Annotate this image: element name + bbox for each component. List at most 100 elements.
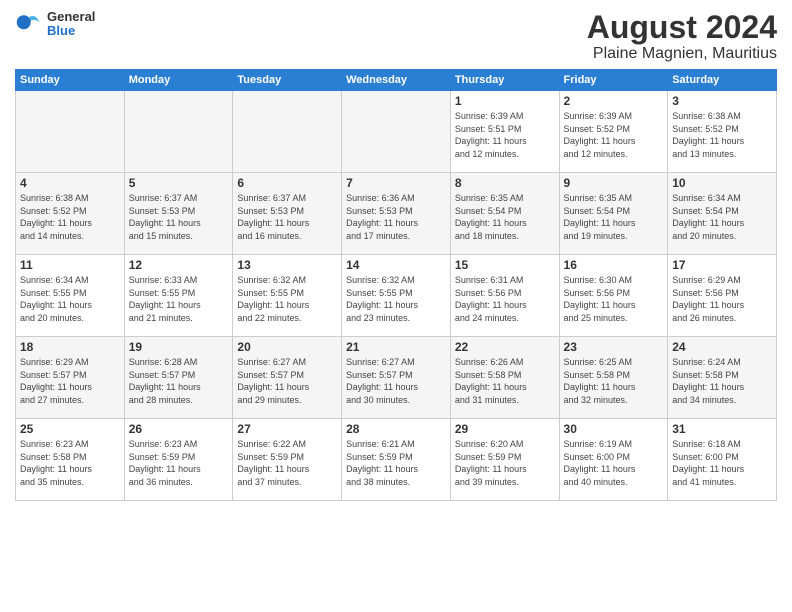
- day-number: 13: [237, 258, 337, 272]
- day-info: Sunrise: 6:32 AM Sunset: 5:55 PM Dayligh…: [346, 274, 446, 324]
- calendar-cell: 16 Sunrise: 6:30 AM Sunset: 5:56 PM Dayli…: [559, 255, 668, 337]
- week-row-1: 1 Sunrise: 6:39 AM Sunset: 5:51 PM Daylig…: [16, 91, 777, 173]
- calendar-cell: 4 Sunrise: 6:38 AM Sunset: 5:52 PM Daylig…: [16, 173, 125, 255]
- calendar-cell: 1 Sunrise: 6:39 AM Sunset: 5:51 PM Daylig…: [450, 91, 559, 173]
- month-year-title: August 2024: [587, 10, 777, 45]
- calendar-cell: 9 Sunrise: 6:35 AM Sunset: 5:54 PM Daylig…: [559, 173, 668, 255]
- calendar-cell: 14 Sunrise: 6:32 AM Sunset: 5:55 PM Dayli…: [342, 255, 451, 337]
- day-number: 22: [455, 340, 555, 354]
- day-number: 4: [20, 176, 120, 190]
- calendar-cell: 26 Sunrise: 6:23 AM Sunset: 5:59 PM Dayli…: [124, 419, 233, 501]
- calendar-cell: 28 Sunrise: 6:21 AM Sunset: 5:59 PM Dayli…: [342, 419, 451, 501]
- day-number: 6: [237, 176, 337, 190]
- day-info: Sunrise: 6:27 AM Sunset: 5:57 PM Dayligh…: [237, 356, 337, 406]
- column-header-friday: Friday: [559, 70, 668, 91]
- week-row-2: 4 Sunrise: 6:38 AM Sunset: 5:52 PM Daylig…: [16, 173, 777, 255]
- calendar-cell: 2 Sunrise: 6:39 AM Sunset: 5:52 PM Daylig…: [559, 91, 668, 173]
- location-subtitle: Plaine Magnien, Mauritius: [587, 45, 777, 63]
- week-row-4: 18Sunrise: 6:29 AM Sunset: 5:57 PM Dayli…: [16, 337, 777, 419]
- day-info: Sunrise: 6:18 AM Sunset: 6:00 PM Dayligh…: [672, 438, 772, 488]
- calendar-cell: 29 Sunrise: 6:20 AM Sunset: 5:59 PM Dayli…: [450, 419, 559, 501]
- day-info: Sunrise: 6:39 AM Sunset: 5:51 PM Dayligh…: [455, 110, 555, 160]
- day-info: Sunrise: 6:19 AM Sunset: 6:00 PM Dayligh…: [564, 438, 664, 488]
- day-number: 10: [672, 176, 772, 190]
- calendar-cell: 22Sunrise: 6:26 AM Sunset: 5:58 PM Dayli…: [450, 337, 559, 419]
- header: General Blue August 2024 Plaine Magnien,…: [15, 10, 777, 63]
- calendar-cell: [342, 91, 451, 173]
- calendar-cell: 7 Sunrise: 6:36 AM Sunset: 5:53 PM Daylig…: [342, 173, 451, 255]
- day-info: Sunrise: 6:37 AM Sunset: 5:53 PM Dayligh…: [129, 192, 229, 242]
- day-number: 20: [237, 340, 337, 354]
- title-block: August 2024 Plaine Magnien, Mauritius: [587, 10, 777, 63]
- day-number: 12: [129, 258, 229, 272]
- day-info: Sunrise: 6:20 AM Sunset: 5:59 PM Dayligh…: [455, 438, 555, 488]
- day-info: Sunrise: 6:22 AM Sunset: 5:59 PM Dayligh…: [237, 438, 337, 488]
- calendar-cell: 25 Sunrise: 6:23 AM Sunset: 5:58 PM Dayli…: [16, 419, 125, 501]
- day-number: 17: [672, 258, 772, 272]
- week-row-5: 25 Sunrise: 6:23 AM Sunset: 5:58 PM Dayli…: [16, 419, 777, 501]
- calendar-cell: 23 Sunrise: 6:25 AM Sunset: 5:58 PM Dayli…: [559, 337, 668, 419]
- day-number: 3: [672, 94, 772, 108]
- day-number: 25: [20, 422, 120, 436]
- day-number: 26: [129, 422, 229, 436]
- day-number: 1: [455, 94, 555, 108]
- calendar-cell: 19Sunrise: 6:28 AM Sunset: 5:57 PM Dayli…: [124, 337, 233, 419]
- calendar-cell: 6Sunrise: 6:37 AM Sunset: 5:53 PM Daylig…: [233, 173, 342, 255]
- calendar-cell: 18Sunrise: 6:29 AM Sunset: 5:57 PM Dayli…: [16, 337, 125, 419]
- calendar-cell: 12 Sunrise: 6:33 AM Sunset: 5:55 PM Dayli…: [124, 255, 233, 337]
- day-info: Sunrise: 6:38 AM Sunset: 5:52 PM Dayligh…: [20, 192, 120, 242]
- day-info: Sunrise: 6:24 AM Sunset: 5:58 PM Dayligh…: [672, 356, 772, 406]
- logo-general-text: General: [47, 10, 95, 24]
- day-number: 28: [346, 422, 446, 436]
- day-number: 15: [455, 258, 555, 272]
- day-info: Sunrise: 6:21 AM Sunset: 5:59 PM Dayligh…: [346, 438, 446, 488]
- calendar-cell: 30Sunrise: 6:19 AM Sunset: 6:00 PM Dayli…: [559, 419, 668, 501]
- day-number: 14: [346, 258, 446, 272]
- day-info: Sunrise: 6:27 AM Sunset: 5:57 PM Dayligh…: [346, 356, 446, 406]
- day-info: Sunrise: 6:28 AM Sunset: 5:57 PM Dayligh…: [129, 356, 229, 406]
- calendar-cell: [124, 91, 233, 173]
- week-row-3: 11 Sunrise: 6:34 AM Sunset: 5:55 PM Dayli…: [16, 255, 777, 337]
- day-info: Sunrise: 6:35 AM Sunset: 5:54 PM Dayligh…: [564, 192, 664, 242]
- day-info: Sunrise: 6:39 AM Sunset: 5:52 PM Dayligh…: [564, 110, 664, 160]
- day-info: Sunrise: 6:36 AM Sunset: 5:53 PM Dayligh…: [346, 192, 446, 242]
- day-info: Sunrise: 6:23 AM Sunset: 5:58 PM Dayligh…: [20, 438, 120, 488]
- logo: General Blue: [15, 10, 95, 39]
- column-header-sunday: Sunday: [16, 70, 125, 91]
- logo-icon: [15, 10, 43, 38]
- day-info: Sunrise: 6:33 AM Sunset: 5:55 PM Dayligh…: [129, 274, 229, 324]
- day-number: 29: [455, 422, 555, 436]
- logo-text: General Blue: [47, 10, 95, 39]
- day-number: 23: [564, 340, 664, 354]
- column-header-saturday: Saturday: [668, 70, 777, 91]
- day-info: Sunrise: 6:34 AM Sunset: 5:55 PM Dayligh…: [20, 274, 120, 324]
- calendar-cell: 17Sunrise: 6:29 AM Sunset: 5:56 PM Dayli…: [668, 255, 777, 337]
- day-number: 21: [346, 340, 446, 354]
- day-number: 11: [20, 258, 120, 272]
- day-number: 2: [564, 94, 664, 108]
- logo-blue-text: Blue: [47, 24, 95, 38]
- day-number: 16: [564, 258, 664, 272]
- header-row: SundayMondayTuesdayWednesdayThursdayFrid…: [16, 70, 777, 91]
- calendar-table: SundayMondayTuesdayWednesdayThursdayFrid…: [15, 69, 777, 501]
- day-number: 7: [346, 176, 446, 190]
- day-info: Sunrise: 6:34 AM Sunset: 5:54 PM Dayligh…: [672, 192, 772, 242]
- calendar-cell: 10 Sunrise: 6:34 AM Sunset: 5:54 PM Dayli…: [668, 173, 777, 255]
- calendar-cell: 15 Sunrise: 6:31 AM Sunset: 5:56 PM Dayli…: [450, 255, 559, 337]
- day-number: 8: [455, 176, 555, 190]
- calendar-cell: [16, 91, 125, 173]
- day-info: Sunrise: 6:23 AM Sunset: 5:59 PM Dayligh…: [129, 438, 229, 488]
- calendar-cell: 8 Sunrise: 6:35 AM Sunset: 5:54 PM Daylig…: [450, 173, 559, 255]
- day-info: Sunrise: 6:25 AM Sunset: 5:58 PM Dayligh…: [564, 356, 664, 406]
- calendar-cell: 5Sunrise: 6:37 AM Sunset: 5:53 PM Daylig…: [124, 173, 233, 255]
- day-info: Sunrise: 6:31 AM Sunset: 5:56 PM Dayligh…: [455, 274, 555, 324]
- column-header-tuesday: Tuesday: [233, 70, 342, 91]
- day-info: Sunrise: 6:35 AM Sunset: 5:54 PM Dayligh…: [455, 192, 555, 242]
- column-header-wednesday: Wednesday: [342, 70, 451, 91]
- day-number: 18: [20, 340, 120, 354]
- day-number: 9: [564, 176, 664, 190]
- day-info: Sunrise: 6:38 AM Sunset: 5:52 PM Dayligh…: [672, 110, 772, 160]
- day-number: 24: [672, 340, 772, 354]
- day-info: Sunrise: 6:30 AM Sunset: 5:56 PM Dayligh…: [564, 274, 664, 324]
- calendar-cell: 11 Sunrise: 6:34 AM Sunset: 5:55 PM Dayli…: [16, 255, 125, 337]
